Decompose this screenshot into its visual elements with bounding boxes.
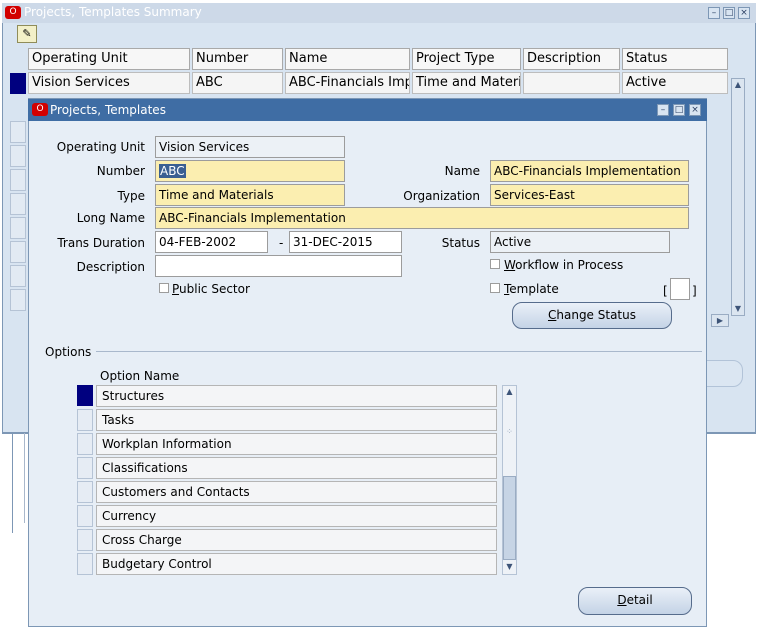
oracle-logo-icon: O xyxy=(5,6,21,19)
cell-status[interactable]: Active xyxy=(622,72,728,94)
flexfield-open-bracket: [ xyxy=(663,284,668,298)
name-label: Name xyxy=(444,164,480,178)
scroll-up-icon[interactable]: ▲ xyxy=(502,385,517,399)
column-header-number[interactable]: Number xyxy=(192,48,283,70)
option-row-selector[interactable] xyxy=(77,457,93,479)
options-section-label: Options xyxy=(45,345,92,359)
number-field[interactable]: ABC xyxy=(155,160,345,182)
column-header-operating-unit[interactable]: Operating Unit xyxy=(28,48,190,70)
option-row-selector[interactable] xyxy=(77,409,93,431)
detail-button[interactable]: Detail xyxy=(578,587,692,615)
template-label: Template xyxy=(504,282,559,296)
trans-duration-start-field[interactable]: 04-FEB-2002 xyxy=(155,231,268,253)
column-header-name[interactable]: Name xyxy=(285,48,410,70)
option-row-workplan-information[interactable]: Workplan Information xyxy=(96,433,497,455)
scroll-right-icon[interactable]: ▶ xyxy=(711,314,729,327)
minimize-icon[interactable]: – xyxy=(708,7,720,19)
option-row-selector-active[interactable] xyxy=(77,385,93,406)
row-selector[interactable] xyxy=(10,193,26,215)
column-header-description[interactable]: Description xyxy=(523,48,620,70)
description-label: Description xyxy=(76,260,145,274)
option-row-selector[interactable] xyxy=(77,553,93,575)
type-field[interactable]: Time and Materials xyxy=(155,184,345,206)
option-row-structures[interactable]: Structures xyxy=(96,385,497,407)
cell-project-type[interactable]: Time and Materials xyxy=(412,72,521,94)
public-sector-label: Public Sector xyxy=(172,282,250,296)
summary-vertical-scrollbar[interactable] xyxy=(731,78,745,316)
cell-number[interactable]: ABC xyxy=(192,72,283,94)
option-row-tasks[interactable]: Tasks xyxy=(96,409,497,431)
template-checkbox[interactable] xyxy=(490,283,500,293)
type-label: Type xyxy=(117,189,145,203)
option-row-selector[interactable] xyxy=(77,505,93,527)
minimize-icon[interactable]: – xyxy=(657,104,669,116)
status-field[interactable]: Active xyxy=(490,231,670,253)
maximize-icon[interactable]: □ xyxy=(673,104,685,116)
folder-icon[interactable]: ✎ xyxy=(17,25,37,43)
cell-operating-unit[interactable]: Vision Services xyxy=(28,72,190,94)
scroll-down-icon[interactable]: ▼ xyxy=(731,302,745,316)
option-row-selector[interactable] xyxy=(77,529,93,551)
column-header-status[interactable]: Status xyxy=(622,48,728,70)
organization-field[interactable]: Services-East xyxy=(490,184,689,206)
long-name-label: Long Name xyxy=(76,211,145,225)
column-header-project-type[interactable]: Project Type xyxy=(412,48,521,70)
organization-label: Organization xyxy=(403,189,480,203)
number-label: Number xyxy=(96,164,145,178)
scroll-down-icon[interactable]: ▼ xyxy=(502,560,517,574)
trans-duration-label: Trans Duration xyxy=(57,236,145,250)
row-selector[interactable] xyxy=(10,169,26,191)
option-row-customers-and-contacts[interactable]: Customers and Contacts xyxy=(96,481,497,503)
option-row-selector[interactable] xyxy=(77,433,93,455)
scroll-up-icon[interactable]: ▲ xyxy=(731,78,745,92)
flexfield-close-bracket: ] xyxy=(692,284,697,298)
option-row-currency[interactable]: Currency xyxy=(96,505,497,527)
status-label: Status xyxy=(441,236,480,250)
change-status-button[interactable]: Change Status xyxy=(512,302,672,329)
operating-unit-field[interactable]: Vision Services xyxy=(155,136,345,158)
oracle-logo-icon: O xyxy=(32,103,48,116)
option-row-classifications[interactable]: Classifications xyxy=(96,457,497,479)
row-selector[interactable] xyxy=(10,241,26,263)
options-scroll-thumb[interactable] xyxy=(503,476,516,560)
row-selector[interactable] xyxy=(10,217,26,239)
option-row-budgetary-control[interactable]: Budgetary Control xyxy=(96,553,497,575)
public-sector-checkbox[interactable] xyxy=(159,283,169,293)
option-row-selector[interactable] xyxy=(77,481,93,503)
maximize-icon[interactable]: □ xyxy=(723,7,735,19)
row-selector[interactable] xyxy=(10,265,26,287)
cell-description[interactable] xyxy=(523,72,620,94)
close-icon[interactable]: × xyxy=(689,104,701,116)
close-icon[interactable]: × xyxy=(738,7,750,19)
scroll-grip-icon: ⁘ xyxy=(506,427,513,436)
long-name-field[interactable]: ABC-Financials Implementation xyxy=(155,207,689,229)
row-selector[interactable] xyxy=(10,289,26,311)
date-range-dash: - xyxy=(279,236,284,250)
number-value-selected: ABC xyxy=(159,164,186,178)
description-field[interactable] xyxy=(155,255,402,277)
flexfield-field[interactable] xyxy=(670,278,690,300)
summary-window-title: Projects, Templates Summary xyxy=(24,5,202,19)
operating-unit-label: Operating Unit xyxy=(56,140,145,154)
cell-name[interactable]: ABC-Financials Imple xyxy=(285,72,410,94)
background-button-edge[interactable] xyxy=(706,360,743,387)
option-name-header: Option Name xyxy=(100,369,180,383)
window-edge xyxy=(24,433,25,523)
project-template-window-title: Projects, Templates xyxy=(50,103,166,117)
options-divider xyxy=(96,351,702,352)
workflow-in-process-checkbox[interactable] xyxy=(490,259,500,269)
row-selector-active[interactable] xyxy=(10,73,26,94)
name-field[interactable]: ABC-Financials Implementation xyxy=(490,160,689,182)
row-selector[interactable] xyxy=(10,121,26,143)
workflow-in-process-label: Workflow in Process xyxy=(504,258,624,272)
row-selector[interactable] xyxy=(10,145,26,167)
window-edge xyxy=(12,433,13,533)
option-row-cross-charge[interactable]: Cross Charge xyxy=(96,529,497,551)
